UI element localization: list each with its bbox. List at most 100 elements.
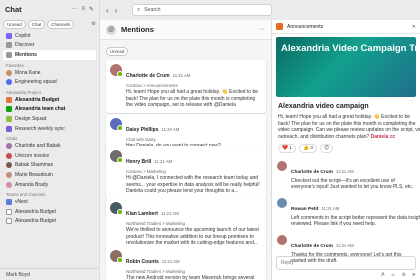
sidebar-title: Chat (5, 4, 22, 14)
post-body: Hi, team! Hope you all had a great holid… (272, 114, 420, 140)
sidebar-item-label: Copilot (15, 32, 31, 39)
sidebar-item[interactable]: Mona Kane (0, 68, 99, 78)
sidebar-footer[interactable]: Mark Boyd (0, 268, 100, 280)
sidebar-item-label: Unicorn invoice (15, 152, 50, 159)
sidebar-item[interactable]: Mentions (3, 50, 96, 60)
reply-message[interactable]: Rowan Petit 11:21 AM Left comments in the … (272, 194, 420, 231)
sidebar-item[interactable]: Engineering squad (0, 77, 99, 87)
card-header: Charlotte de Crum 11:21 AM (126, 64, 261, 82)
reaction-heart[interactable]: ❤️ 1 (278, 144, 296, 153)
channel-header: Announcements ✕ (272, 20, 420, 34)
mention-card[interactable]: Charlotte de Crum 11:21 AM Contoso > Annou… (106, 60, 266, 113)
mention-card[interactable]: Henry Brill 11:21 AM Contoso > Marketing Hi… (106, 146, 266, 199)
search-icon: ⌕ (137, 6, 141, 13)
avatar (6, 125, 12, 132)
sidebar-item[interactable]: Unicorn invoice (0, 151, 99, 161)
mention-card[interactable]: Robin Counts 11:21 AM Northwind Traders > … (106, 246, 266, 280)
reaction-like[interactable]: 👍 3 (298, 144, 317, 153)
avatar (6, 218, 12, 225)
compose-tools: A ☺ ⊕ ➤ (276, 272, 416, 278)
sidebar-item[interactable]: Alexandria Budget (0, 217, 99, 227)
sidebar-item[interactable]: Research weekly sync (0, 124, 99, 134)
channel-panel: Announcements ✕ Alexandria Video Campaig… (272, 20, 420, 280)
post-line: outreach, and distribution channels plan… (278, 134, 414, 141)
sidebar-item-label: Charlotte and Babak (15, 143, 61, 150)
attach-icon[interactable]: ⊕ (402, 272, 406, 278)
reaction-add[interactable]: 😊 (319, 144, 333, 153)
search-placeholder: Search (144, 7, 161, 13)
sidebar-item[interactable]: Discover (0, 41, 99, 51)
post-banner: Alexandria Video Campaign Tracker (276, 37, 416, 97)
card-text: Hi, team! Hope you all had a great holid… (126, 89, 259, 108)
filter-chat[interactable]: Chat (27, 20, 46, 29)
sidebar-item-label: Research weekly sync (15, 125, 65, 132)
at-icon: @ (106, 24, 116, 35)
more-icon[interactable]: ··· (71, 6, 77, 12)
forward-icon[interactable]: › (115, 6, 118, 15)
filter-unread[interactable]: Unread (3, 20, 26, 29)
timestamp: 11:21 AM (321, 205, 340, 211)
avatar (6, 143, 12, 150)
card-header: Kian Lambert 11:21 AM (126, 202, 261, 220)
format-icon[interactable]: A (381, 272, 384, 278)
back-icon[interactable]: ‹ (106, 6, 109, 15)
reactions: ❤️ 1 👍 3 😊 (272, 140, 420, 157)
post-mention[interactable]: Daniela cc (371, 134, 396, 140)
mention-card[interactable]: Kian Lambert 11:21 AM Northwind Traders > … (106, 198, 266, 251)
avatar (110, 64, 123, 77)
close-icon[interactable]: ✕ (412, 24, 416, 30)
post-title: Alexandria video campaign (278, 103, 369, 110)
section-header[interactable]: Alexandria Project (0, 87, 99, 95)
sidebar-item[interactable]: Amanda Brady (0, 180, 99, 190)
avatar (6, 162, 12, 169)
sender-name: Robin Counts (126, 259, 159, 265)
banner-text: Alexandria Video Campaign Tracker (281, 43, 416, 54)
timestamp: 11:21 AM (160, 211, 179, 216)
sidebar-item[interactable]: Babak Shammas (0, 161, 99, 171)
sender-name: Rowan Petit (291, 206, 319, 212)
avatar (6, 208, 12, 215)
timestamp: 11:21 AM (154, 159, 173, 164)
section-header[interactable]: Chats (0, 133, 99, 141)
sidebar-item-label: Marie Beaudouin (15, 171, 53, 178)
emoji-icon[interactable]: ☺ (390, 272, 395, 278)
sidebar-item[interactable]: Copilot (0, 31, 99, 41)
sidebar-footer-label: Mark Boyd (6, 271, 30, 278)
card-text: Hi @Daniela, I connected with the resear… (126, 175, 260, 194)
new-chat-icon[interactable]: ✎ (89, 6, 94, 13)
avatar (6, 181, 12, 188)
reply-placeholder: Reply (281, 260, 294, 266)
send-icon[interactable]: ➤ (412, 272, 416, 278)
avatar (6, 115, 12, 122)
channel-name[interactable]: Announcements (287, 24, 412, 30)
sidebar-item-label: Alexandria team chat (15, 106, 66, 113)
sidebar-item[interactable]: Alexandria Budget (0, 95, 99, 105)
search-input[interactable]: ⌕ Search (132, 4, 272, 16)
reply-message[interactable]: Charlotte de Crum 11:21 AM Checked out the… (272, 157, 420, 194)
sidebar-item[interactable]: Alexandria Budget (0, 207, 99, 217)
filter-settings-icon[interactable]: ⚙ (92, 20, 96, 29)
sidebar-item-label: Design Squad (15, 115, 47, 122)
avatar (277, 197, 287, 208)
sender-name: Kian Lambert (126, 211, 158, 217)
reply-input[interactable]: Reply (276, 256, 416, 270)
more-icon[interactable]: ··· (258, 26, 265, 33)
sender-name: Daisy Phillips (126, 127, 159, 133)
section-header[interactable]: Teams and channels (0, 189, 99, 197)
card-header: Daisy Phillips 11:20 AM (126, 118, 261, 136)
sidebar-item[interactable]: vNext (0, 197, 99, 207)
filter-icon[interactable]: ≡ (81, 6, 85, 12)
chat-sidebar: Chat ··· ≡ ✎ Unread Chat Channels ⚙ Copi… (0, 0, 100, 280)
avatar (6, 51, 12, 58)
card-context: Contoso > Announcements (126, 82, 178, 88)
sidebar-item[interactable]: Design Squad (0, 114, 99, 124)
card-context: Contoso > Marketing (126, 168, 166, 174)
sidebar-item[interactable]: Marie Beaudouin (0, 170, 99, 180)
sidebar-item[interactable]: Alexandria team chat (0, 105, 99, 115)
reply-text: reviewed. Please link if you need help. (291, 221, 377, 228)
unread-chip[interactable]: Unread (106, 47, 129, 56)
card-context: Northwind Traders > Marketing (126, 268, 185, 274)
sidebar-item[interactable]: Charlotte and Babak (0, 141, 99, 151)
filter-channels[interactable]: Channels (47, 20, 75, 29)
section-header[interactable]: Favorites (0, 60, 99, 68)
